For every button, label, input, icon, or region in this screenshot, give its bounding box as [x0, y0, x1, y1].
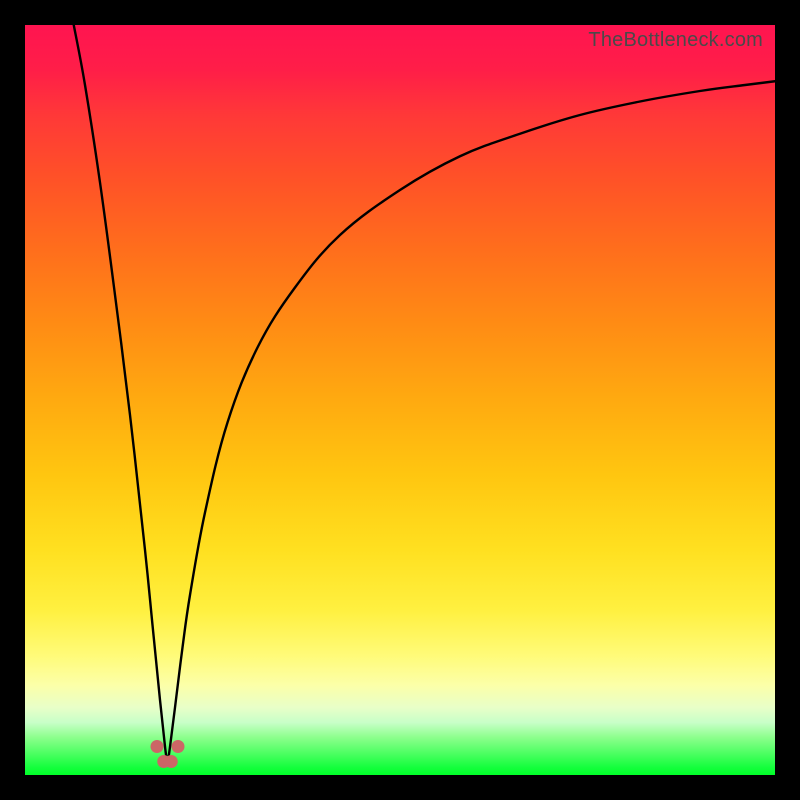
notch-marker [151, 740, 164, 753]
watermark-text: TheBottleneck.com [588, 29, 763, 52]
notch-markers [151, 740, 185, 768]
notch-marker [172, 740, 185, 753]
chart-frame: TheBottleneck.com [0, 0, 800, 800]
curve-left-branch [74, 25, 168, 764]
curve-layer [25, 25, 775, 775]
curve-right-branch [168, 81, 776, 764]
notch-marker [165, 755, 178, 768]
plot-area: TheBottleneck.com [25, 25, 775, 775]
